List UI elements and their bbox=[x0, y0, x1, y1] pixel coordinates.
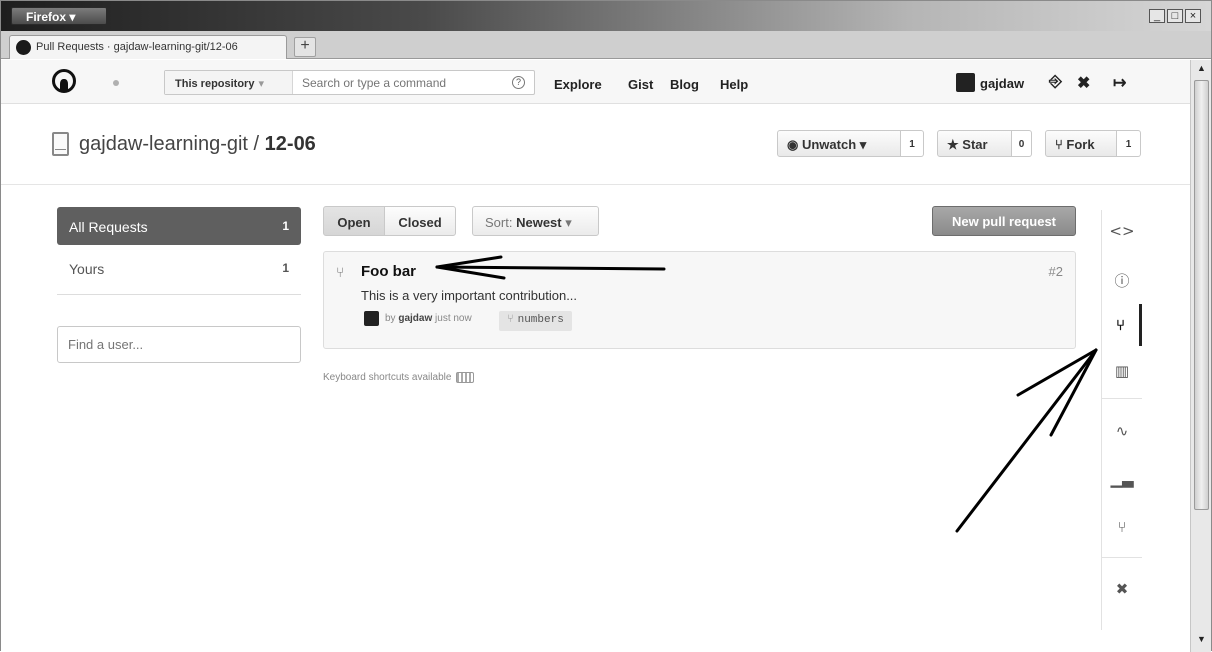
github-favicon-icon bbox=[16, 40, 31, 55]
filter-yours-count: 1 bbox=[282, 261, 289, 275]
pull-requests-icon[interactable]: ⑂ bbox=[1102, 304, 1142, 346]
close-window-button[interactable]: × bbox=[1185, 9, 1201, 23]
scroll-up-icon[interactable]: ▲ bbox=[1194, 63, 1209, 77]
settings-tools-icon[interactable]: ✖ bbox=[1077, 73, 1090, 93]
arrow-to-pull-requests-tab bbox=[955, 348, 1098, 533]
unwatch-button[interactable]: ◉ Unwatch ▾ bbox=[777, 130, 901, 157]
fork-label: Fork bbox=[1066, 137, 1095, 152]
tab-bar: Pull Requests · gajdaw-learning-git/12-0… bbox=[1, 31, 1211, 59]
scrollbar-thumb[interactable] bbox=[1194, 80, 1209, 510]
github-header: This repository▾ ? Explore Gist Blog Hel… bbox=[1, 60, 1190, 104]
find-user-input[interactable] bbox=[57, 326, 301, 363]
nav-blog[interactable]: Blog bbox=[670, 77, 699, 92]
browser-tab-active[interactable]: Pull Requests · gajdaw-learning-git/12-0… bbox=[9, 35, 287, 59]
network-icon[interactable]: ⑂ bbox=[1102, 506, 1142, 548]
pulse-icon[interactable]: ∿ bbox=[1102, 410, 1142, 452]
settings-icon[interactable]: ✖ bbox=[1102, 568, 1142, 610]
keyboard-hint-text: Keyboard shortcuts available bbox=[323, 372, 452, 384]
github-logo-icon[interactable] bbox=[52, 69, 76, 93]
repo-owner-link[interactable]: gajdaw-learning-git bbox=[79, 133, 248, 155]
wiki-icon[interactable]: ▥ bbox=[1102, 350, 1142, 392]
repo-side-navigation: <> ⓘ ⑂ ▥ ∿ ▁▃ ⑂ ✖ bbox=[1101, 210, 1142, 630]
pull-request-icon: ⑂ bbox=[336, 264, 345, 280]
nav-explore[interactable]: Explore bbox=[554, 77, 602, 92]
pull-request-title[interactable]: Foo bar bbox=[361, 263, 416, 280]
unwatch-label: Unwatch bbox=[801, 137, 857, 152]
search-box: This repository▾ ? bbox=[164, 70, 535, 95]
nav-gist[interactable]: Gist bbox=[628, 77, 653, 92]
nav-help[interactable]: Help bbox=[720, 77, 748, 92]
new-tab-button[interactable]: + bbox=[294, 37, 316, 57]
username-link[interactable]: gajdaw bbox=[980, 76, 1024, 91]
pull-request-number: #2 bbox=[1048, 264, 1063, 279]
scroll-down-icon[interactable]: ▼ bbox=[1194, 634, 1209, 648]
branch-icon: ⑂ bbox=[507, 314, 514, 326]
search-scope-selector[interactable]: This repository ▾ bbox=[165, 71, 293, 94]
author-avatar[interactable] bbox=[364, 311, 379, 326]
issues-icon[interactable]: ⓘ bbox=[1102, 258, 1142, 300]
forks-count[interactable]: 1 bbox=[1117, 130, 1141, 157]
fork-icon: ⑂ bbox=[1055, 137, 1067, 152]
eye-icon: ◉ bbox=[787, 137, 802, 152]
repo-name-link[interactable]: 12-06 bbox=[265, 133, 316, 155]
filter-yours-label: Yours bbox=[69, 261, 105, 277]
star-button[interactable]: ★ Star bbox=[937, 130, 1012, 157]
filter-all-label: All Requests bbox=[69, 219, 148, 235]
search-help-icon[interactable]: ? bbox=[512, 76, 525, 89]
sidenav-divider bbox=[1102, 398, 1142, 399]
watchers-count[interactable]: 1 bbox=[901, 130, 924, 157]
repo-book-icon bbox=[52, 132, 69, 156]
chevron-down-icon: ▾ bbox=[258, 78, 264, 90]
browser-window: Firefox ▾ _ □ × Pull Requests · gajdaw-l… bbox=[0, 0, 1212, 652]
pull-request-description: This is a very important contribution... bbox=[361, 288, 578, 303]
sign-out-icon[interactable]: ↦ bbox=[1113, 73, 1126, 93]
repo-title: gajdaw-learning-git / 12-06 bbox=[79, 133, 316, 156]
fork-button[interactable]: ⑂ Fork bbox=[1045, 130, 1117, 157]
sidenav-divider bbox=[1102, 557, 1142, 558]
title-bar: Firefox ▾ _ □ × bbox=[1, 1, 1211, 31]
closed-filter-button[interactable]: Closed bbox=[384, 206, 456, 236]
branch-label[interactable]: ⑂ numbers bbox=[499, 311, 572, 331]
repository-header: gajdaw-learning-git / 12-06 ◉ Unwatch ▾ … bbox=[1, 105, 1190, 185]
filter-all-count: 1 bbox=[282, 219, 289, 233]
keyboard-icon bbox=[456, 372, 475, 383]
branch-name: numbers bbox=[517, 314, 564, 326]
chevron-down-icon: ▾ bbox=[856, 137, 867, 152]
repo-separator: / bbox=[247, 133, 265, 155]
filter-yours[interactable]: Yours 1 bbox=[57, 251, 301, 285]
minimize-button[interactable]: _ bbox=[1149, 9, 1165, 23]
star-icon: ★ bbox=[947, 137, 963, 152]
maximize-button[interactable]: □ bbox=[1167, 9, 1183, 23]
stars-count[interactable]: 0 bbox=[1012, 130, 1032, 157]
sort-value: Newest bbox=[516, 215, 562, 230]
author-link[interactable]: gajdaw bbox=[398, 313, 432, 324]
by-prefix: by bbox=[385, 313, 396, 324]
code-icon[interactable]: <> bbox=[1102, 210, 1142, 252]
create-repo-icon[interactable]: ⎆ bbox=[1049, 73, 1062, 91]
new-pull-request-button[interactable]: New pull request bbox=[932, 206, 1076, 236]
pull-request-time: just now bbox=[435, 313, 472, 324]
sort-dropdown[interactable]: Sort: Newest ▾ bbox=[472, 206, 599, 236]
firefox-menu-button[interactable]: Firefox ▾ bbox=[11, 7, 107, 25]
open-filter-button[interactable]: Open bbox=[323, 206, 385, 236]
notifications-dot-icon[interactable] bbox=[113, 80, 119, 86]
star-label: Star bbox=[962, 137, 988, 152]
graphs-icon[interactable]: ▁▃ bbox=[1102, 458, 1142, 500]
filter-all-requests[interactable]: All Requests 1 bbox=[57, 207, 301, 245]
tab-title: Pull Requests · gajdaw-learning-git/12-0… bbox=[36, 41, 238, 53]
user-avatar[interactable] bbox=[956, 73, 975, 92]
filter-divider bbox=[57, 294, 301, 295]
pull-request-list: ⑂ Foo bar #2 This is a very important co… bbox=[323, 251, 1076, 349]
search-input[interactable] bbox=[294, 71, 504, 94]
search-scope-label: This repository bbox=[175, 78, 255, 90]
vertical-scrollbar[interactable]: ▲ ▼ bbox=[1190, 60, 1211, 652]
keyboard-shortcuts-hint[interactable]: Keyboard shortcuts available bbox=[323, 372, 475, 384]
chevron-down-icon: ▾ bbox=[565, 215, 572, 230]
sort-prefix: Sort: bbox=[485, 215, 513, 230]
page-viewport: This repository▾ ? Explore Gist Blog Hel… bbox=[1, 60, 1190, 652]
pull-request-meta: by gajdaw just now bbox=[385, 313, 472, 324]
